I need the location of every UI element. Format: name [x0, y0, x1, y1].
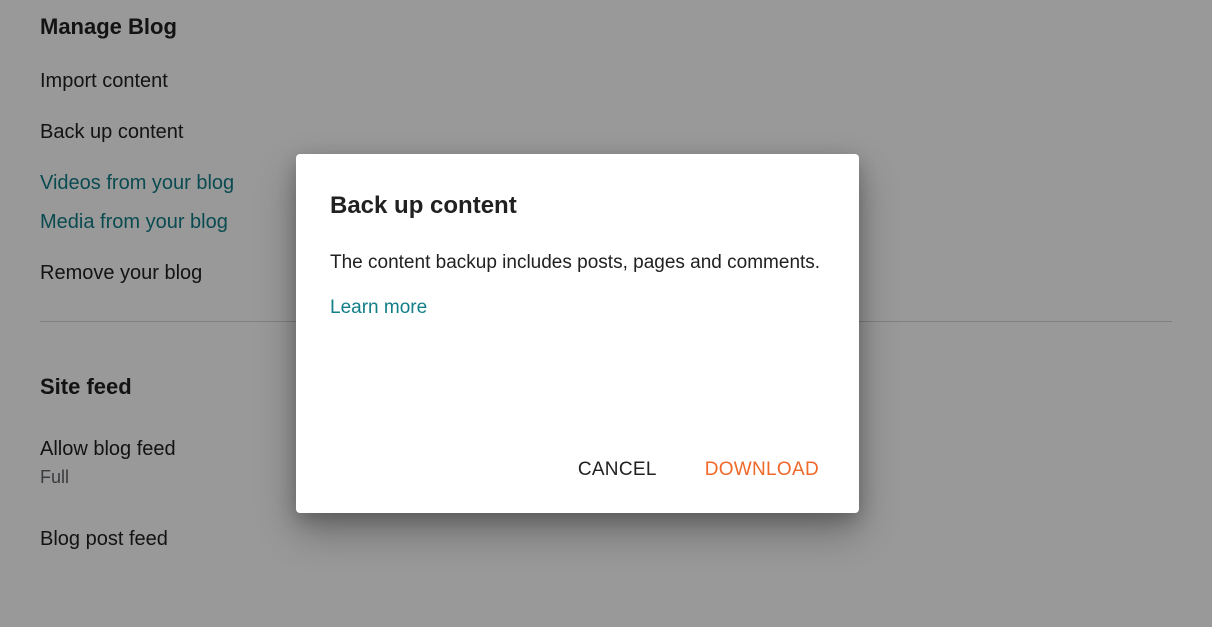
dialog-title: Back up content — [330, 192, 825, 220]
dialog-body-text: The content backup includes posts, pages… — [330, 250, 825, 277]
cancel-button[interactable]: CANCEL — [572, 451, 663, 489]
download-button[interactable]: DOWNLOAD — [699, 451, 825, 489]
learn-more-link[interactable]: Learn more — [330, 297, 825, 319]
dialog-actions: CANCEL DOWNLOAD — [330, 451, 825, 489]
backup-content-dialog: Back up content The content backup inclu… — [296, 154, 859, 513]
